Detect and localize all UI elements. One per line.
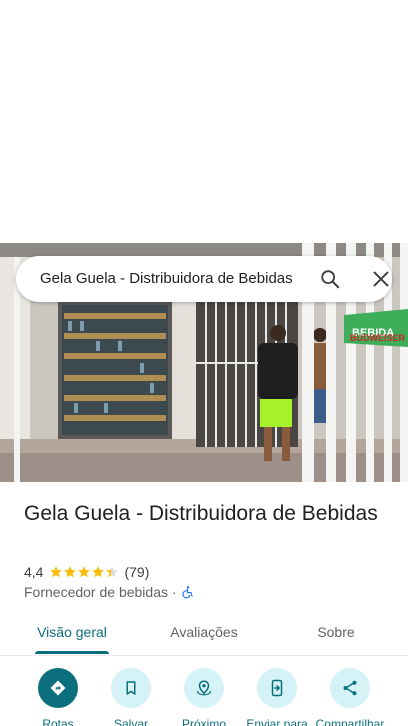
directions-icon xyxy=(50,680,66,696)
review-count[interactable]: (79) xyxy=(124,564,149,580)
tab-indicator xyxy=(35,651,109,654)
nearby-label: Próximo xyxy=(181,717,226,726)
search-icon[interactable] xyxy=(319,268,341,290)
rating-row[interactable]: 4,4 (79) xyxy=(24,563,149,581)
send-to-phone-button[interactable]: Enviar para xyxy=(240,668,314,726)
star-icon xyxy=(50,566,63,578)
send-to-phone-label: Enviar para xyxy=(246,717,308,726)
tab-overview[interactable]: Visão geral xyxy=(24,612,120,654)
nearby-icon xyxy=(197,680,211,696)
share-button[interactable]: Compartilhar xyxy=(313,668,387,726)
close-icon[interactable] xyxy=(370,268,392,290)
directions-button[interactable]: Rotas xyxy=(21,668,95,726)
tab-reviews[interactable]: Avaliações xyxy=(154,612,254,654)
share-label: Compartilhar xyxy=(315,717,385,726)
star-icon xyxy=(64,566,77,578)
place-title: Gela Guela - Distribuidora de Bebidas xyxy=(24,502,378,525)
directions-label: Rotas xyxy=(42,717,74,726)
star-icon xyxy=(106,566,119,578)
wheelchair-accessible-icon xyxy=(182,586,193,599)
category-row: Fornecedor de bebidas · xyxy=(24,583,195,601)
share-icon xyxy=(343,680,357,696)
star-icon xyxy=(78,566,91,578)
send-to-phone-icon xyxy=(271,679,283,697)
bookmark-icon xyxy=(126,681,136,695)
star-icon xyxy=(92,566,105,578)
star-rating xyxy=(49,565,119,579)
search-bar[interactable]: Gela Guela - Distribuidora de Bebidas xyxy=(16,256,392,302)
category-label: Fornecedor de bebidas xyxy=(24,584,168,600)
save-button[interactable]: Salvar xyxy=(94,668,168,726)
save-label: Salvar xyxy=(113,717,148,726)
search-input[interactable]: Gela Guela - Distribuidora de Bebidas xyxy=(40,256,302,302)
separator: · xyxy=(172,584,177,600)
nearby-button[interactable]: Próximo xyxy=(167,668,241,726)
tab-about[interactable]: Sobre xyxy=(296,612,376,654)
action-bar: Rotas Salvar Próximo Enviar para Compart… xyxy=(0,668,408,726)
tab-bar: Visão geral Avaliações Sobre xyxy=(0,612,408,656)
sign-budweiser-text: BUDWEISER xyxy=(350,333,406,343)
rating-value: 4,4 xyxy=(24,564,44,580)
